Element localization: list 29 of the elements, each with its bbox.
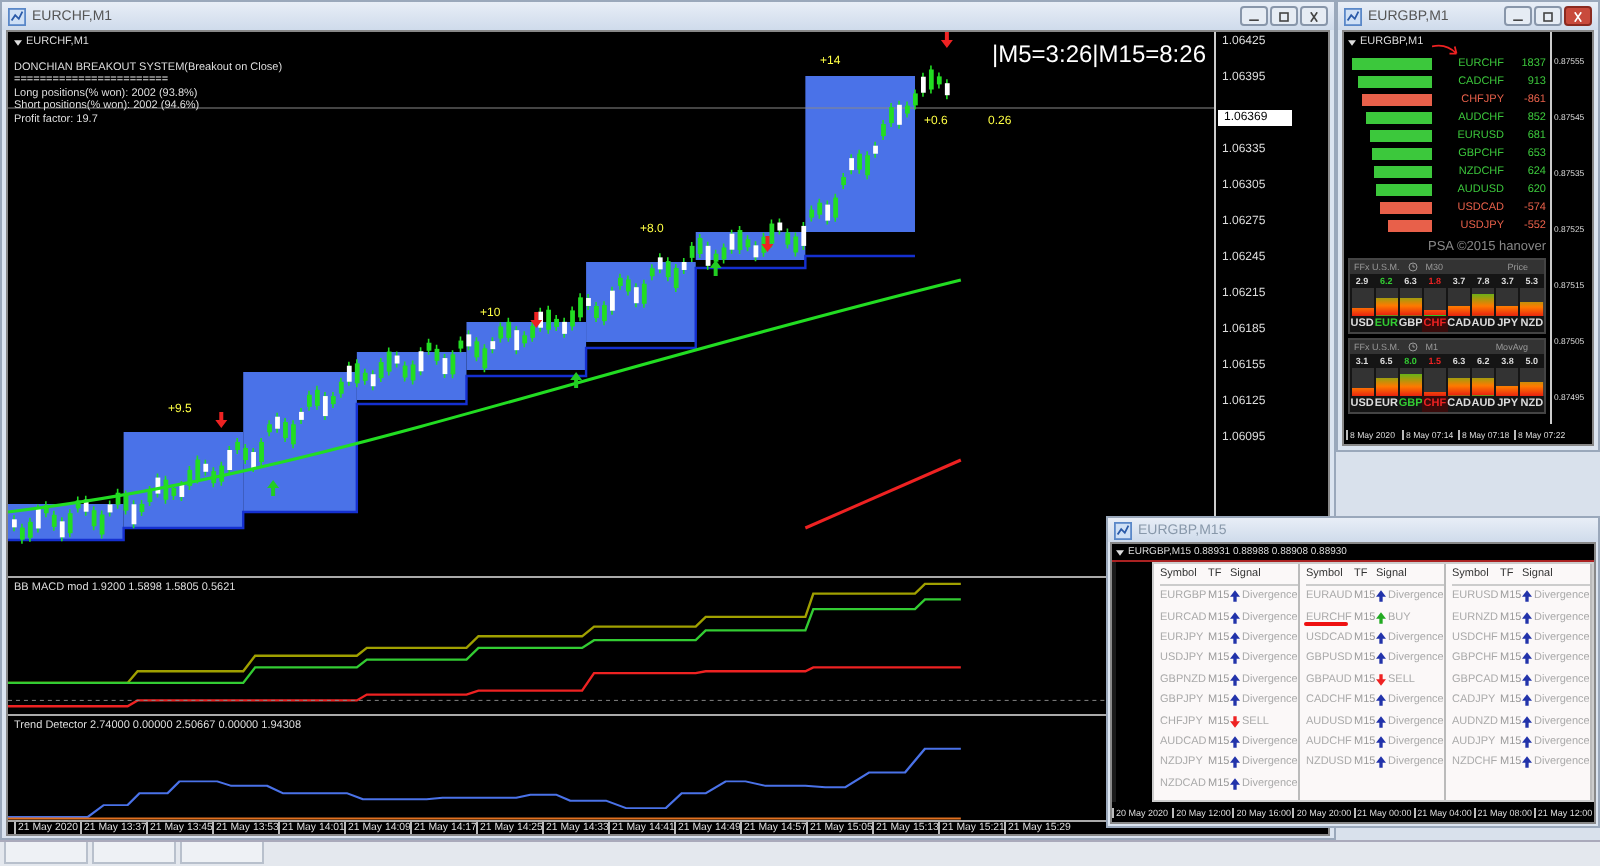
up-arrow-icon — [267, 480, 280, 496]
down-arrow-icon — [530, 312, 543, 328]
minimize-button[interactable] — [1240, 6, 1268, 26]
timer-text: |M5=3:26|M15=8:26 — [992, 40, 1206, 68]
collapse-arrow-icon — [1348, 39, 1356, 45]
maximize-icon — [1276, 11, 1292, 21]
close-button[interactable] — [1300, 6, 1328, 26]
down-arrow-icon — [940, 32, 953, 48]
down-arrow-icon — [215, 412, 228, 428]
chart-icon — [1114, 521, 1132, 539]
chart-icon — [8, 7, 26, 25]
down-arrow-icon — [761, 236, 774, 252]
close-button[interactable] — [1564, 6, 1592, 26]
maximize-button[interactable] — [1534, 6, 1562, 26]
close-icon — [1306, 11, 1322, 21]
up-arrow-icon — [709, 260, 722, 276]
chart-icon — [1344, 7, 1362, 25]
close-icon — [1570, 11, 1586, 21]
collapse-arrow-icon — [1116, 549, 1124, 555]
chart-tab[interactable] — [92, 842, 176, 864]
maximize-icon — [1540, 11, 1556, 21]
minimize-button[interactable] — [1504, 6, 1532, 26]
clock-icon — [1407, 262, 1418, 272]
chart-tab[interactable] — [4, 842, 88, 864]
chart-tab[interactable] — [180, 842, 264, 864]
maximize-button[interactable] — [1270, 6, 1298, 26]
clock-icon — [1407, 342, 1418, 352]
up-arrow-icon — [570, 372, 583, 388]
collapse-arrow-icon — [14, 39, 22, 46]
